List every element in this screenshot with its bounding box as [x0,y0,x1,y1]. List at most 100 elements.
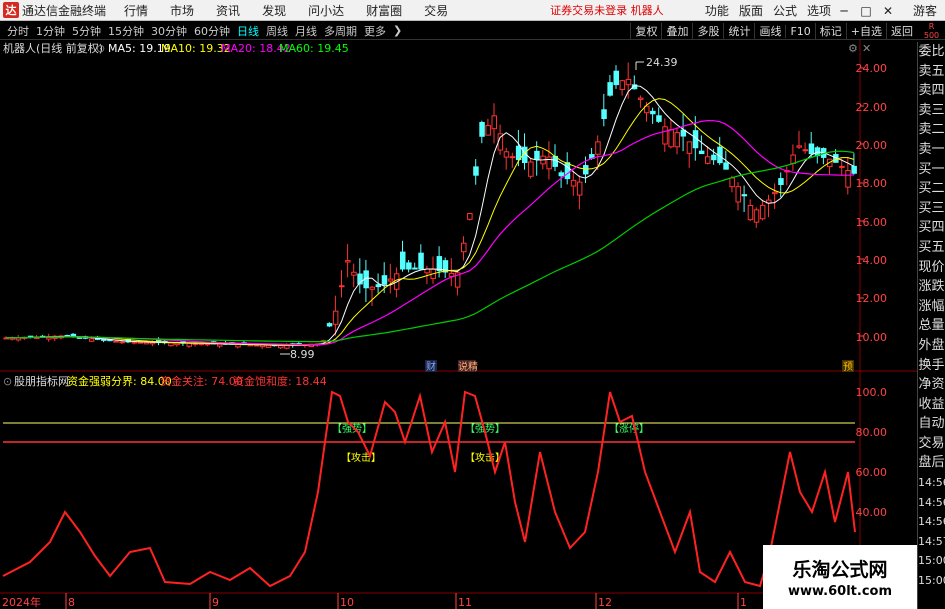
sidebar-item-ask4[interactable]: 卖四 [918,81,945,101]
menu-item-options[interactable]: 选项 [807,2,831,19]
menu-item-ask[interactable]: 问小达 [308,2,344,19]
period-tab-1min[interactable]: 1分钟 [36,23,65,39]
sidebar-item-volume[interactable]: 总量 [918,316,945,336]
menu-item-market[interactable]: 市场 [170,2,194,19]
sidebar-time: 14:56 [918,476,945,490]
candle-body [656,115,662,122]
menu-item-formula[interactable]: 公式 [773,2,797,19]
close-icon[interactable]: ✕ [879,4,897,18]
toolbar-overlay[interactable]: 叠加 [661,23,692,39]
toolbar-draw[interactable]: 画线 [754,23,785,39]
sidebar-item-bid3[interactable]: 买三 [918,199,945,219]
right-menu: 功能 版面 公式 选项 ─ □ ✕ 游客 [695,0,945,21]
sidebar-item-bid2[interactable]: 买二 [918,179,945,199]
chevron-right-icon[interactable]: ❯ [393,24,402,37]
period-tab-15min[interactable]: 15分钟 [108,23,144,39]
sidebar-item-ask1[interactable]: 卖一 [918,140,945,160]
sidebar-item-outer[interactable]: 外盘 [918,336,945,356]
period-tab-daily[interactable]: 日线 [237,23,259,39]
menu-item-quotes[interactable]: 行情 [124,2,148,19]
sidebar-item-pct[interactable]: 涨幅 [918,297,945,317]
indicator-expand-icon[interactable]: ⊙ [3,375,12,388]
candle-body [467,213,473,220]
period-tab-60min[interactable]: 60分钟 [194,23,230,39]
candle-body [735,186,741,203]
maximize-icon[interactable]: □ [857,4,875,18]
candle-body [711,154,717,161]
toolbar-multi[interactable]: 多股 [692,23,723,39]
toolbar-stats[interactable]: 统计 [723,23,754,39]
period-tab-5min[interactable]: 5分钟 [72,23,101,39]
candle-body [705,156,711,164]
candle-body [332,310,339,325]
sidebar-item-ask5[interactable]: 卖五 [918,62,945,82]
watermark: 乐淘公式网 www.60lt.com [763,545,917,609]
sidebar-item-price[interactable]: 现价 [918,258,945,278]
kline-chart[interactable]: 机器人(日线 前复权) ⊙ MA5: 19.19 MA10: 19.32 MA2… [0,40,917,609]
dropdown-icon[interactable]: ⊙ [96,42,105,55]
panel-close-icon[interactable]: ✕ [862,42,871,55]
sidebar-time: 14:57 [918,534,945,548]
r500-badge: R 500 [923,22,940,40]
indicator-tick: 100.0 [856,386,888,399]
candle-body [345,260,351,263]
period-tab-more[interactable]: 更多 [364,23,386,39]
indicator-param-strength: 资金强弱分界: 84.00 [67,374,172,388]
menu-item-layout[interactable]: 版面 [739,2,763,19]
sidebar-item-trade[interactable]: 交易 [918,434,945,454]
menu-item-trade[interactable]: 交易 [424,2,448,19]
minimize-icon[interactable]: ─ [835,4,853,18]
date-label: 10 [340,596,354,609]
toolbar-adjust[interactable]: 复权 [630,23,661,39]
menu-item-function[interactable]: 功能 [705,2,729,19]
candle-body [351,271,357,276]
menu-item-news[interactable]: 资讯 [216,2,240,19]
period-tab-timeshare[interactable]: 分时 [7,23,29,39]
candle-body [753,209,760,223]
settings-icon[interactable]: ⚙ [848,42,858,55]
sidebar-item-ask2[interactable]: 卖二 [918,120,945,140]
sidebar-item-ask3[interactable]: 卖三 [918,101,945,121]
sidebar-item-bid1[interactable]: 买一 [918,160,945,180]
sidebar-item-afterhours[interactable]: 盘后 [918,453,945,473]
menu-item-wealth[interactable]: 财富圈 [366,2,402,19]
period-tab-30min[interactable]: 30分钟 [151,23,187,39]
candle-body [235,344,241,348]
sidebar-item-bid4[interactable]: 买四 [918,218,945,238]
sidebar-item-turnover[interactable]: 换手 [918,356,945,376]
period-tab-multi[interactable]: 多周期 [324,23,357,39]
candle-body [759,204,766,220]
trade-login-warning[interactable]: 证券交易未登录 机器人 [550,2,664,18]
period-tab-weekly[interactable]: 周线 [266,23,288,39]
period-tab-monthly[interactable]: 月线 [295,23,317,39]
sidebar-item-change[interactable]: 涨跌 [918,277,945,297]
sidebar-item-netasset[interactable]: 净资 [918,375,945,395]
toolbar-back[interactable]: 返回 [886,23,917,39]
indicator-tick: 60.00 [856,466,888,479]
sidebar-item-bidratio[interactable]: 委比 [918,42,945,62]
candle-body [119,341,125,344]
candle-body [802,149,809,152]
sidebar-item-earnings[interactable]: 收益 [918,395,945,415]
menu-item-discover[interactable]: 发现 [262,2,286,19]
candle-body [674,132,680,148]
price-tick: 16.00 [856,216,888,229]
event-marker-finance-label: 财 [426,360,436,373]
date-label: 9 [212,596,219,609]
toolbar-mark[interactable]: 标记 [814,23,846,39]
sidebar-time: 14:56 [918,515,945,529]
guest-login[interactable]: 游客 [913,2,937,19]
high-price-label: 24.39 [646,56,678,69]
candle-body [723,162,729,170]
sidebar-item-auto[interactable]: 自动 [918,414,945,434]
candle-body [583,165,589,175]
toolbar-f10[interactable]: F10 [785,24,814,38]
signal-strong: 【强势】 [332,422,372,435]
date-label: 8 [68,596,75,609]
candle-body [650,110,656,115]
candle-body [369,286,375,290]
candle-body [339,285,345,288]
toolbar-add-watchlist[interactable]: +自选 [845,23,886,39]
sidebar-item-bid5[interactable]: 买五 [918,238,945,258]
candle-body [528,161,534,177]
